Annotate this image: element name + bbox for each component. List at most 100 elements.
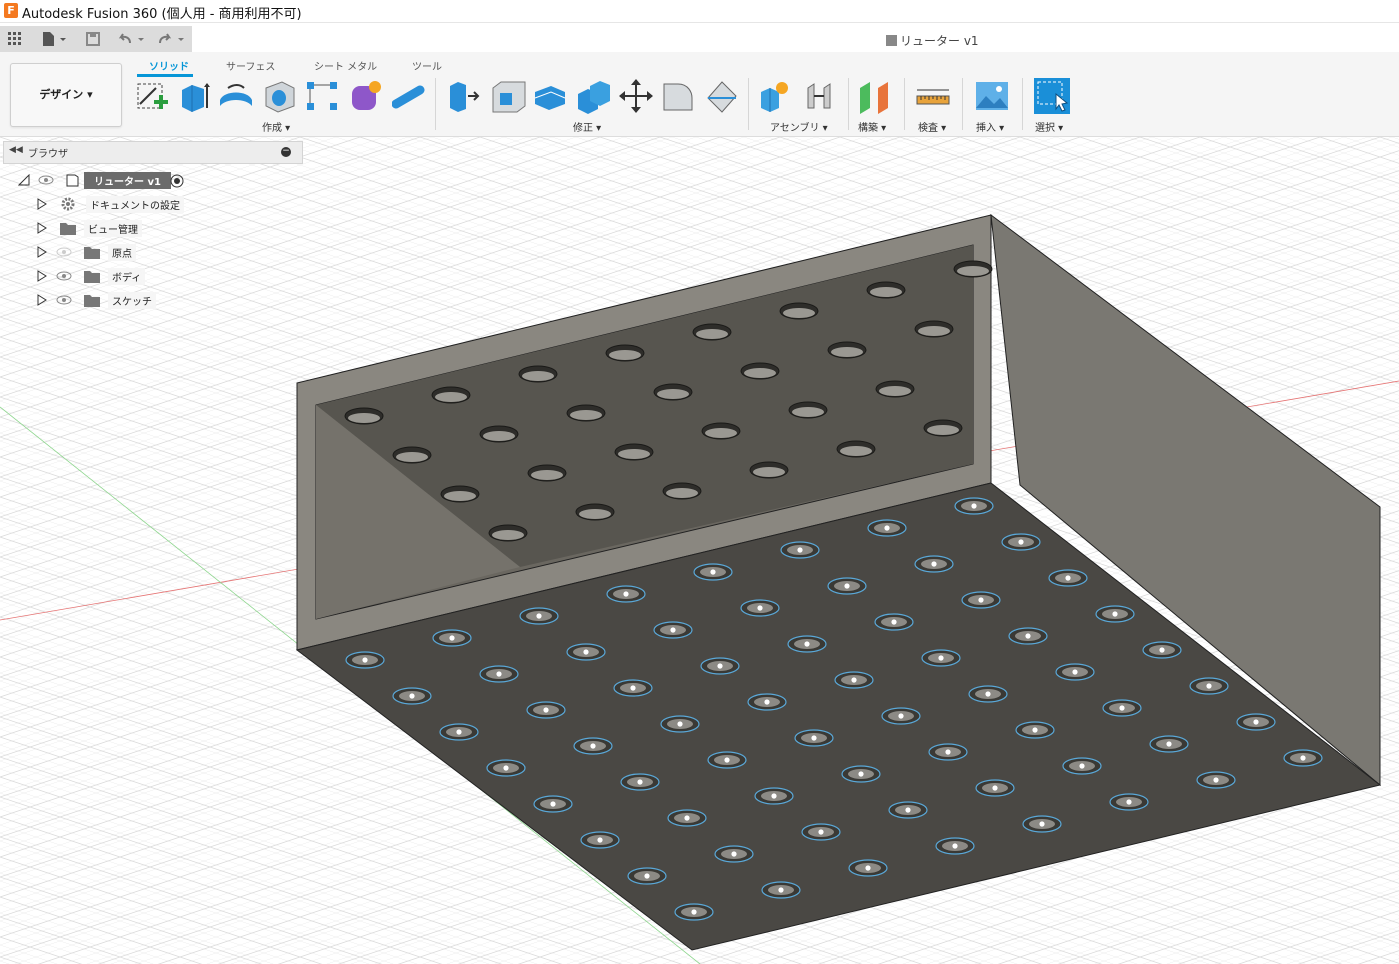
plate-hole (928, 743, 968, 761)
active-tab-indicator (137, 74, 193, 77)
back-wall-hole (518, 365, 558, 383)
quick-access-toolbar (0, 26, 192, 52)
plate-hole (827, 577, 867, 595)
chamfer-icon[interactable] (660, 78, 696, 114)
visibility-eye-icon[interactable] (56, 295, 72, 305)
inspect-label-text: 検査 (918, 123, 938, 134)
plate-hole (780, 541, 820, 559)
new-component-icon[interactable] (758, 78, 794, 114)
browser-item-label: ビュー管理 (84, 220, 142, 237)
expand-triangle-icon[interactable] (36, 198, 48, 210)
ribbon-toolbar: デザイン ▾ ソリッド サーフェス シート メタル ツール 作成 ▾ 修正 ▾ … (0, 52, 1399, 137)
tab-surface[interactable]: サーフェス (226, 58, 275, 73)
collapse-triangle-icon[interactable] (18, 174, 30, 186)
back-wall-hole (575, 503, 615, 521)
workspace-switcher[interactable]: デザイン ▾ (10, 63, 122, 127)
activate-radio-icon[interactable] (170, 174, 184, 188)
modify-group-label[interactable]: 修正 ▾ (573, 119, 601, 134)
plate-hole (1149, 735, 1189, 753)
visibility-eye-icon[interactable] (38, 175, 54, 185)
create-label-text: 作成 (262, 123, 282, 134)
expand-triangle-icon[interactable] (36, 270, 48, 282)
group-divider (904, 78, 905, 130)
browser-item-document-settings[interactable]: ドキュメントの設定 (36, 194, 184, 214)
plate-hole (954, 497, 994, 515)
gear-icon (61, 197, 75, 211)
fillet-icon[interactable] (490, 78, 526, 114)
window-title: Autodesk Fusion 360 (個人用 - 商用利用不可) (22, 7, 302, 22)
group-divider (435, 78, 436, 130)
viewport-canvas[interactable] (0, 137, 1399, 964)
group-divider (962, 78, 963, 130)
plate-hole (1109, 793, 1149, 811)
expand-triangle-icon[interactable] (36, 294, 48, 306)
plate-hole (881, 707, 921, 725)
browser-panel-header: ◀◀ ブラウザ − (3, 141, 303, 164)
minimize-panel-icon[interactable]: − (281, 147, 291, 157)
plate-hole (740, 599, 780, 617)
tab-tools[interactable]: ツール (412, 58, 442, 73)
plate-hole (392, 687, 432, 705)
browser-item-sketches[interactable]: スケッチ (36, 290, 156, 310)
plate-hole (1283, 749, 1323, 767)
back-wall-hole (692, 323, 732, 341)
redo-icon[interactable] (154, 28, 188, 50)
plate-hole (486, 759, 526, 777)
plate-hole (1001, 533, 1041, 551)
move-copy-icon[interactable] (618, 78, 654, 114)
insert-group-label[interactable]: 挿入 ▾ (976, 119, 1004, 134)
construct-group-label[interactable]: 構築 ▾ (858, 119, 886, 134)
tab-solid[interactable]: ソリッド (149, 58, 189, 73)
shell-icon[interactable] (532, 78, 568, 114)
expand-triangle-icon[interactable] (36, 222, 48, 234)
plate-hole (620, 773, 660, 791)
extrude-icon[interactable] (176, 78, 212, 114)
plate-hole (1102, 699, 1142, 717)
visibility-eye-icon[interactable] (56, 271, 72, 281)
browser-item-named-views[interactable]: ビュー管理 (36, 218, 146, 238)
offset-plane-icon[interactable] (856, 78, 892, 114)
combine-icon[interactable] (576, 78, 612, 114)
construct-label-text: 構築 (858, 123, 878, 134)
file-menu-icon[interactable] (36, 28, 70, 50)
undo-icon[interactable] (114, 28, 148, 50)
hole-icon[interactable] (262, 78, 298, 114)
assembly-group-label[interactable]: アセンブリ ▾ (770, 119, 828, 134)
plate-hole (787, 635, 827, 653)
joint-icon[interactable] (802, 78, 838, 114)
insert-label-text: 挿入 (976, 123, 996, 134)
insert-image-icon[interactable] (974, 78, 1010, 114)
press-pull-icon[interactable] (446, 78, 482, 114)
create-sketch-icon[interactable] (134, 78, 170, 114)
plate-hole (526, 701, 566, 719)
create-form-icon[interactable] (348, 78, 384, 114)
expand-triangle-icon[interactable] (36, 246, 48, 258)
create-group-label[interactable]: 作成 ▾ (262, 119, 290, 134)
hidden-eye-icon[interactable] (56, 247, 72, 257)
tab-sheet-metal[interactable]: シート メタル (314, 58, 377, 73)
plate-hole (975, 779, 1015, 797)
document-tab[interactable]: リューター v1 (886, 32, 979, 49)
back-wall-hole (605, 344, 645, 362)
plate-hole (674, 903, 714, 921)
split-face-icon[interactable] (704, 78, 740, 114)
plate-hole (439, 723, 479, 741)
measure-icon[interactable] (915, 78, 951, 114)
inspect-group-label[interactable]: 検査 ▾ (918, 119, 946, 134)
back-wall-hole (827, 341, 867, 359)
collapse-browser-icon[interactable]: ◀◀ (9, 145, 23, 155)
back-wall-hole (662, 482, 702, 500)
select-icon[interactable] (1034, 78, 1070, 114)
browser-item-label: 原点 (108, 244, 136, 261)
save-icon[interactable] (82, 28, 104, 50)
plate-hole (874, 613, 914, 631)
app-grid-icon[interactable] (4, 28, 26, 50)
browser-item-origin[interactable]: 原点 (36, 242, 146, 262)
back-wall-hole (875, 380, 915, 398)
pipe-icon[interactable] (392, 78, 428, 114)
pattern-icon[interactable] (304, 78, 340, 114)
browser-item-bodies[interactable]: ボディ (36, 266, 146, 286)
select-group-label[interactable]: 選択 ▾ (1035, 119, 1063, 134)
revolve-icon[interactable] (218, 78, 254, 114)
browser-root-row[interactable]: リューター v1 (18, 170, 188, 190)
